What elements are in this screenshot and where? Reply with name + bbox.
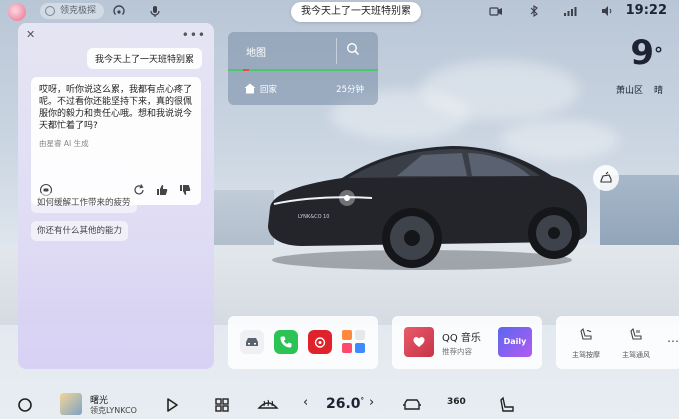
more-icon[interactable]: ⋯ <box>667 334 679 348</box>
dashcam-icon[interactable] <box>489 4 503 18</box>
seat-ventilation-label: 主驾通风 <box>622 351 650 359</box>
car-3d-model[interactable]: LYNK&CO 10 <box>262 138 592 273</box>
front-defrost-icon[interactable] <box>257 396 279 414</box>
status-bar: 领克极探 我今天上了一天班特别累 19:22 <box>0 0 679 22</box>
home-icon <box>244 83 256 94</box>
app-grid-icon[interactable] <box>213 396 231 414</box>
view-360-button[interactable]: 360 <box>447 397 466 407</box>
thumbs-down-icon[interactable] <box>178 183 192 197</box>
app-shortcuts-card <box>228 316 378 369</box>
map-title: 地图 <box>246 48 266 59</box>
map-widget[interactable]: 地图 回家 25分钟 <box>228 32 378 105</box>
close-icon[interactable]: ✕ <box>26 29 38 41</box>
seat-controls-card: 主驾按摩 主驾通风 ⋯ <box>556 316 679 369</box>
weather-location: 萧山区 <box>615 86 643 96</box>
suggestion-chip-1[interactable]: 如何缓解工作带来的疲劳 <box>31 193 137 213</box>
seat-ventilation-icon <box>630 327 642 340</box>
assistant-answer-text: 哎呀，听你说这么累，我都有点心疼了呢。不过看你还能坚持下来，真的很佩服你的毅力和… <box>39 85 193 131</box>
more-options-icon[interactable]: ••• <box>182 28 206 42</box>
car-badge: LYNK&CO 10 <box>298 214 329 220</box>
door-control-button[interactable] <box>593 165 619 191</box>
netease-music-app[interactable] <box>308 330 332 354</box>
assistant-chat-panel: ✕ ••• 我今天上了一天班特别累 哎呀，听你说这么累，我都有点心疼了呢。不过看… <box>18 23 214 369</box>
traffic-bar <box>228 69 378 71</box>
assistant-pill-label: 领克极探 <box>60 6 97 16</box>
bluetooth-icon[interactable] <box>527 4 541 18</box>
clock: 19:22 <box>625 3 667 18</box>
song-artist: 领克LYNKCO <box>90 406 137 415</box>
destination-label: 回家 <box>260 85 278 95</box>
hotspot-icon[interactable] <box>112 4 126 18</box>
search-icon[interactable] <box>346 42 360 56</box>
seat-ventilation-button[interactable]: 主驾通风 <box>616 327 656 360</box>
seat-massage-button[interactable]: 主驾按摩 <box>566 327 606 360</box>
music-app-icon <box>314 337 326 348</box>
weather-condition: 晴 <box>653 86 663 96</box>
voice-prompt-bubble[interactable]: 我今天上了一天班特别累 <box>291 2 421 22</box>
weather-temperature[interactable]: 9° <box>630 36 663 70</box>
vehicle-status-icon[interactable] <box>402 396 422 414</box>
driver-seat-icon[interactable] <box>498 396 516 414</box>
temp-up-chevron-icon[interactable]: › <box>369 395 374 410</box>
ac-temperature[interactable]: 26.0° <box>326 396 364 412</box>
music-app-name: QQ 音乐 <box>442 333 481 344</box>
bottom-dock: 曙光 领克LYNKCO ‹ 26.0° › 360 <box>0 392 679 419</box>
answer-source-label: 由星睿 AI 生成 <box>39 139 89 148</box>
heart-icon <box>413 337 425 347</box>
microphone-icon[interactable] <box>148 4 162 18</box>
phone-app[interactable] <box>274 330 298 354</box>
vehicle-settings-app[interactable] <box>240 330 264 354</box>
daily-playlist[interactable]: Daily <box>498 327 532 357</box>
seat-massage-label: 主驾按摩 <box>572 351 600 359</box>
home-button-icon[interactable] <box>16 396 34 414</box>
suggestion-chip-2[interactable]: 你还有什么其他的能力 <box>31 221 129 241</box>
phone-icon <box>280 336 292 348</box>
more-apps-grid[interactable] <box>342 330 366 354</box>
music-card[interactable]: QQ 音乐 推荐内容 Daily <box>392 316 542 369</box>
thumbs-up-icon[interactable] <box>155 183 169 197</box>
eta-label: 25分钟 <box>336 85 364 95</box>
temp-down-chevron-icon[interactable]: ‹ <box>303 395 308 410</box>
user-avatar[interactable] <box>8 3 26 21</box>
play-icon[interactable] <box>163 396 181 414</box>
assistant-pill[interactable]: 领克极探 <box>40 3 105 19</box>
volume-icon[interactable] <box>600 4 614 18</box>
album-art[interactable] <box>60 393 82 415</box>
music-subtitle: 推荐内容 <box>442 347 472 356</box>
car-door-icon <box>600 171 612 183</box>
assistant-answer-card: 哎呀，听你说这么累，我都有点心疼了呢。不过看你还能坚持下来，真的很佩服你的毅力和… <box>31 77 201 205</box>
signal-icon <box>564 7 577 16</box>
assistant-icon <box>45 6 55 16</box>
car-icon <box>246 338 258 346</box>
qq-music-cover <box>404 327 434 357</box>
seat-massage-icon <box>580 327 592 340</box>
user-message-bubble: 我今天上了一天班特别累 <box>86 48 202 69</box>
